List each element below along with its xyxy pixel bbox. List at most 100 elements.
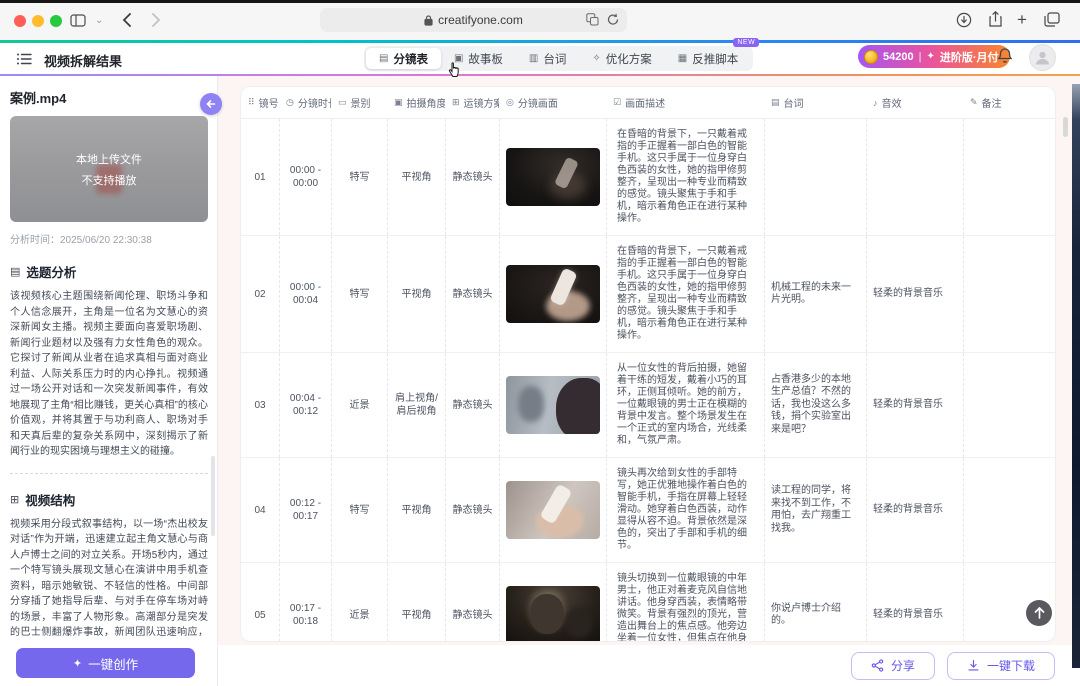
forward-button[interactable] — [152, 13, 161, 27]
chevron-down-icon[interactable]: ⌄ — [95, 15, 103, 26]
table-row: 0100:00 - 00:00特写平视角静态镜头在昏暗的背景下，一只戴着戒指的手… — [241, 119, 1055, 235]
back-button[interactable] — [122, 13, 131, 27]
scene-thumbnail[interactable] — [506, 586, 600, 642]
cell-note — [963, 236, 1056, 352]
preview-message-line2: 不支持播放 — [82, 172, 137, 188]
video-structure-heading: ⊞ 视频结构 — [10, 490, 208, 509]
tab-5[interactable]: ▦反推脚本NEW — [665, 48, 751, 69]
section-divider — [10, 473, 208, 474]
share-button[interactable]: 分享 — [851, 652, 935, 680]
sidebar-scrollbar[interactable] — [211, 456, 215, 536]
scene-thumbnail[interactable] — [506, 265, 600, 323]
cell-camera: 静态镜头 — [445, 236, 499, 352]
user-avatar[interactable] — [1029, 44, 1056, 71]
structure-icon: ⊞ — [10, 493, 19, 506]
one-click-create-button[interactable]: ✦ 一键创作 — [16, 648, 195, 678]
topic-analysis-title: 选题分析 — [26, 262, 76, 281]
table-row: 0400:12 - 00:17特写平视角静态镜头镜头再次给到女性的手部特写，她正… — [241, 457, 1055, 562]
cell-desc-text: 在昏暗的背景下，一只戴着戒指的手正握着一部白色的智能手机。这只手属于一位身穿白色… — [617, 129, 754, 225]
cell-desc-text: 镜头切换到一位戴眼镜的中年男士，他正对着麦克风自信地讲话。他身穿西装，表情略带微… — [617, 573, 754, 642]
column-header-备注: ✎备注 — [963, 95, 1056, 110]
camera-angle-icon: ▣ — [394, 97, 403, 108]
optimize-bulb-icon: ✧ — [592, 53, 600, 64]
cell-sound-text: 轻柔的背景音乐 — [873, 288, 957, 301]
cell-sound: 轻柔的背景音乐 — [866, 458, 963, 562]
scene-thumbnail[interactable] — [506, 376, 600, 434]
cell-sound — [866, 119, 963, 235]
close-window-button[interactable] — [14, 15, 26, 27]
cell-time: 00:00 - 00:04 — [279, 236, 331, 352]
shot-size-icon: ▭ — [338, 97, 347, 108]
zoom-window-button[interactable] — [50, 15, 62, 27]
frame-icon: ◎ — [506, 97, 514, 108]
tab-3[interactable]: ▥台词 — [516, 48, 579, 69]
browser-chrome: ⌄ creatifyone.com — [0, 0, 1080, 40]
cell-time: 00:12 - 00:17 — [279, 458, 331, 562]
scroll-to-top-button[interactable] — [1026, 600, 1052, 626]
tab-label: 反推脚本 — [692, 51, 738, 67]
scene-thumbnail[interactable] — [506, 481, 600, 539]
cell-line-text: 机械工程的未来一片光明。 — [771, 282, 860, 307]
sidebar-toggle-icon[interactable] — [70, 14, 86, 27]
cell-line: 机械工程的未来一片光明。 — [764, 236, 866, 352]
sparkle-icon: ✦ — [73, 657, 82, 670]
plan-diamond-icon: ✦ — [926, 51, 934, 62]
column-label: 分镜画面 — [518, 95, 558, 110]
sound-icon: ♪ — [873, 98, 878, 108]
cell-scene: 近景 — [331, 353, 387, 457]
notification-bell-icon[interactable] — [997, 47, 1013, 64]
column-label: 运镜方案 — [464, 95, 499, 110]
cell-line-text: 读工程的同学，将来找不到工作，不用怕，去广翔重工找我。 — [771, 485, 860, 535]
share-icon[interactable] — [988, 11, 1003, 28]
column-label: 镜号 — [259, 95, 279, 110]
translate-icon[interactable] — [586, 13, 599, 26]
table-scrollbar[interactable] — [1063, 117, 1068, 137]
download-button-label: 一键下载 — [987, 657, 1035, 674]
column-header-分镜时长: ◷分镜时长 — [279, 95, 331, 110]
cell-time: 00:04 - 00:12 — [279, 353, 331, 457]
mouse-cursor-icon — [448, 62, 462, 78]
tab-4[interactable]: ✧ 优化方案 — [579, 48, 664, 69]
cell-desc: 镜头再次给到女性的手部特写，她正优雅地操作着白色的智能手机，手指在屏幕上轻轻滑动… — [606, 458, 764, 562]
url-text: creatifyone.com — [438, 13, 523, 27]
credits-count: 54200 — [883, 51, 914, 63]
column-label: 分镜时长 — [298, 95, 331, 110]
page-title: 视频拆解结果 — [44, 51, 122, 70]
drag-handle-icon: ⠿ — [248, 97, 255, 108]
cell-desc: 在昏暗的背景下，一只戴着戒指的手正握着一部白色的智能手机。这只手属于一位身穿白色… — [606, 236, 764, 352]
menu-list-icon[interactable] — [17, 53, 32, 65]
tab-1[interactable]: ▤分镜表 — [366, 48, 441, 69]
lock-icon — [424, 15, 433, 26]
cell-angle: 平视角 — [387, 458, 445, 562]
cell-desc: 在昏暗的背景下，一只戴着戒指的手正握着一部白色的智能手机。这只手属于一位身穿白色… — [606, 119, 764, 235]
new-tab-icon[interactable]: + — [1017, 10, 1027, 30]
cell-thumbnail — [499, 563, 606, 642]
tab-label: 优化方案 — [606, 51, 652, 67]
cell-camera: 静态镜头 — [445, 458, 499, 562]
column-header-运镜方案: ⊞ 运镜方案 — [445, 95, 499, 110]
download-button[interactable]: 一键下载 — [947, 652, 1055, 680]
cell-angle: 平视角 — [387, 563, 445, 642]
cell-desc: 镜头切换到一位戴眼镜的中年男士，他正对着麦克风自信地讲话。他身穿西装，表情略带微… — [606, 563, 764, 642]
column-label: 拍摄角度 — [407, 95, 445, 110]
scene-thumbnail[interactable] — [506, 148, 600, 206]
credits-plan-pill[interactable]: 54200 | ✦ 进阶版·月付 — [858, 45, 1010, 68]
camera-move-icon: ⊞ — [452, 97, 460, 108]
collapse-sidebar-button[interactable] — [200, 93, 222, 115]
table-body: 0100:00 - 00:00特写平视角静态镜头在昏暗的背景下，一只戴着戒指的手… — [241, 119, 1055, 642]
reload-icon[interactable] — [607, 13, 619, 26]
column-label: 台词 — [784, 95, 804, 110]
cell-line: 你说卢博士介绍的。 — [764, 563, 866, 642]
address-bar[interactable]: creatifyone.com — [320, 8, 627, 32]
reverse-script-icon: ▦ — [678, 53, 687, 64]
cell-thumbnail — [499, 119, 606, 235]
tab-overview-icon[interactable] — [1044, 12, 1060, 27]
tab-label: 故事板 — [468, 51, 503, 67]
downloads-icon[interactable] — [956, 12, 972, 28]
main-content: ⠿镜号◷分镜时长▭景别▣拍摄角度⊞运镜方案◎分镜画面☑画面描述▤台词♪音效✎备注… — [218, 76, 1080, 686]
cell-time: 00:17 - 00:18 — [279, 563, 331, 642]
minimize-window-button[interactable] — [32, 15, 44, 27]
analysis-timestamp: 分析时间：2025/06/20 22:30:38 — [10, 231, 208, 246]
table-row: 0500:17 - 00:18近景平视角静态镜头镜头切换到一位戴眼镜的中年男士，… — [241, 562, 1055, 642]
column-header-画面描述: ☑画面描述 — [606, 95, 764, 110]
